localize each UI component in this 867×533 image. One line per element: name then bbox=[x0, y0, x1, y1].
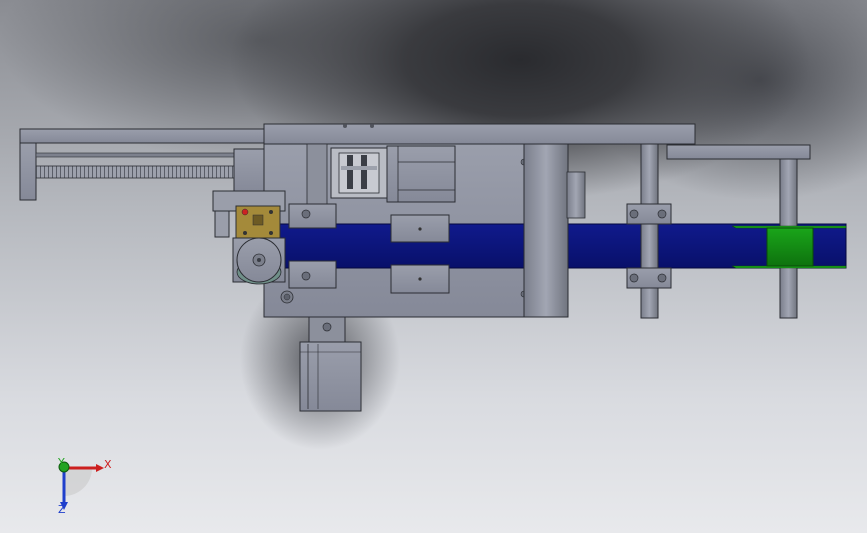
x-axis-label: X bbox=[104, 458, 112, 471]
triad-arc bbox=[64, 468, 92, 496]
drive-motor[interactable] bbox=[299, 316, 362, 412]
lead-screw bbox=[35, 165, 237, 179]
conveyor-assembly-model[interactable]: X Y Z bbox=[0, 0, 867, 533]
z-axis-label: Z bbox=[58, 503, 66, 516]
slider-carriage[interactable] bbox=[212, 190, 286, 285]
coupling-assembly[interactable] bbox=[330, 145, 456, 203]
axis-triad: X Y Z bbox=[57, 456, 112, 516]
cad-viewport[interactable]: X Y Z bbox=[0, 0, 867, 533]
y-axis-label: Y bbox=[57, 456, 65, 469]
